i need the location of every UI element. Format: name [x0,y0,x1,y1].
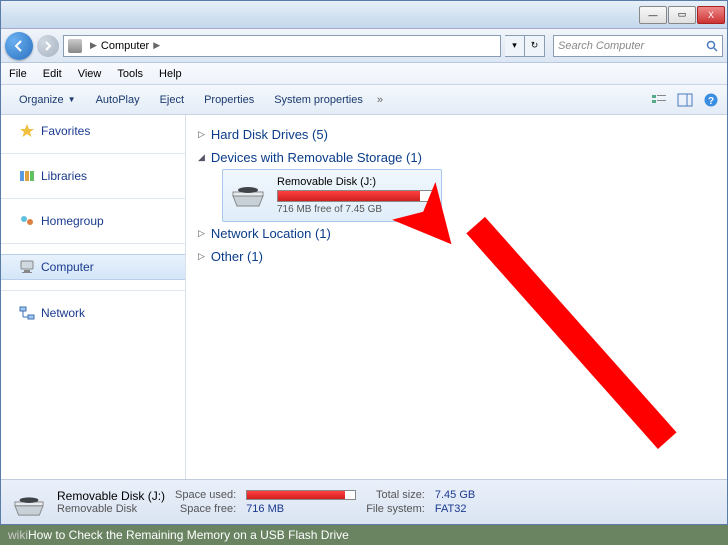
menu-view[interactable]: View [78,68,102,80]
search-placeholder: Search Computer [558,40,644,52]
search-input[interactable]: Search Computer [553,35,723,57]
organize-button[interactable]: Organize ▼ [9,90,86,110]
sidebar-item-network[interactable]: Network [1,301,185,325]
sidebar-item-libraries[interactable]: Libraries [1,164,185,188]
navigation-sidebar: Favorites Libraries Homegroup [1,115,186,479]
search-icon [706,40,718,52]
group-network-location[interactable]: ▷ Network Location (1) [198,222,715,245]
breadcrumb-current[interactable]: Computer [101,40,149,52]
status-space-free: 716 MB [246,503,356,515]
computer-icon [68,39,82,53]
change-view-button[interactable] [651,92,667,108]
status-drive-type: Removable Disk [57,503,165,515]
group-other[interactable]: ▷ Other (1) [198,245,715,268]
network-icon [19,305,35,321]
status-usage-bar [246,490,356,500]
toolbar: Organize ▼ AutoPlay Eject Properties Sys… [1,85,727,115]
homegroup-icon [19,213,35,229]
drive-space-text: 716 MB free of 7.45 GB [277,204,435,215]
sidebar-item-favorites[interactable]: Favorites [1,119,185,143]
address-bar[interactable]: ▶ Computer ▶ [63,35,501,57]
drive-usage-fill [278,191,420,201]
drive-name: Removable Disk (J:) [277,176,435,188]
group-removable-storage[interactable]: ◢ Devices with Removable Storage (1) [198,146,715,169]
menu-file[interactable]: File [9,68,27,80]
eject-button[interactable]: Eject [150,90,194,110]
back-button[interactable] [5,32,33,60]
status-file-system: FAT32 [435,503,475,515]
svg-text:?: ? [708,96,714,107]
collapsed-icon: ▷ [198,129,205,140]
status-drive-name: Removable Disk (J:) [57,489,165,503]
sidebar-item-computer[interactable]: Computer [1,254,185,280]
removable-disk-icon [11,487,47,517]
status-total-size: 7.45 GB [435,489,475,501]
removable-disk-icon [229,176,267,208]
address-dropdown-button[interactable]: ▾ [505,35,525,57]
drive-usage-bar [277,190,435,202]
properties-button[interactable]: Properties [194,90,264,110]
expanded-icon: ◢ [198,152,205,163]
menu-tools[interactable]: Tools [117,68,143,80]
computer-icon [19,259,35,275]
status-label-space-used: Space used: [175,489,236,501]
drive-removable-disk[interactable]: Removable Disk (J:) 716 MB free of 7.45 … [222,169,442,222]
refresh-button[interactable]: ↻ [525,35,545,57]
collapsed-icon: ▷ [198,251,205,262]
breadcrumb-separator-icon: ▶ [153,40,160,51]
autoplay-button[interactable]: AutoPlay [86,90,150,110]
wikihow-caption: wiki How to Check the Remaining Memory o… [0,525,728,545]
navigation-bar: ▶ Computer ▶ ▾ ↻ Search Computer [1,29,727,63]
close-button[interactable]: X [697,6,725,24]
menu-bar: File Edit View Tools Help [1,63,727,85]
window-titlebar: — ▭ X [1,1,727,29]
maximize-button[interactable]: ▭ [668,6,696,24]
libraries-icon [19,168,35,184]
menu-help[interactable]: Help [159,68,182,80]
status-bar: Removable Disk (J:) Removable Disk Space… [1,479,727,524]
caption-prefix: wiki [8,528,28,542]
content-pane[interactable]: ▷ Hard Disk Drives (5) ◢ Devices with Re… [186,115,727,479]
sidebar-item-homegroup[interactable]: Homegroup [1,209,185,233]
status-label-space-free: Space free: [175,503,236,515]
star-icon [19,123,35,139]
minimize-button[interactable]: — [639,6,667,24]
forward-button[interactable] [37,35,59,57]
system-properties-button[interactable]: System properties [264,90,373,110]
help-button[interactable]: ? [703,92,719,108]
dropdown-icon: ▼ [68,95,76,104]
preview-pane-button[interactable] [677,92,693,108]
group-hard-disk-drives[interactable]: ▷ Hard Disk Drives (5) [198,123,715,146]
menu-edit[interactable]: Edit [43,68,62,80]
caption-text: How to Check the Remaining Memory on a U… [28,528,349,542]
toolbar-overflow-button[interactable]: » [377,94,383,106]
status-label-total-size: Total size: [366,489,425,501]
breadcrumb-separator-icon: ▶ [90,40,97,51]
status-label-file-system: File system: [366,503,425,515]
collapsed-icon: ▷ [198,228,205,239]
